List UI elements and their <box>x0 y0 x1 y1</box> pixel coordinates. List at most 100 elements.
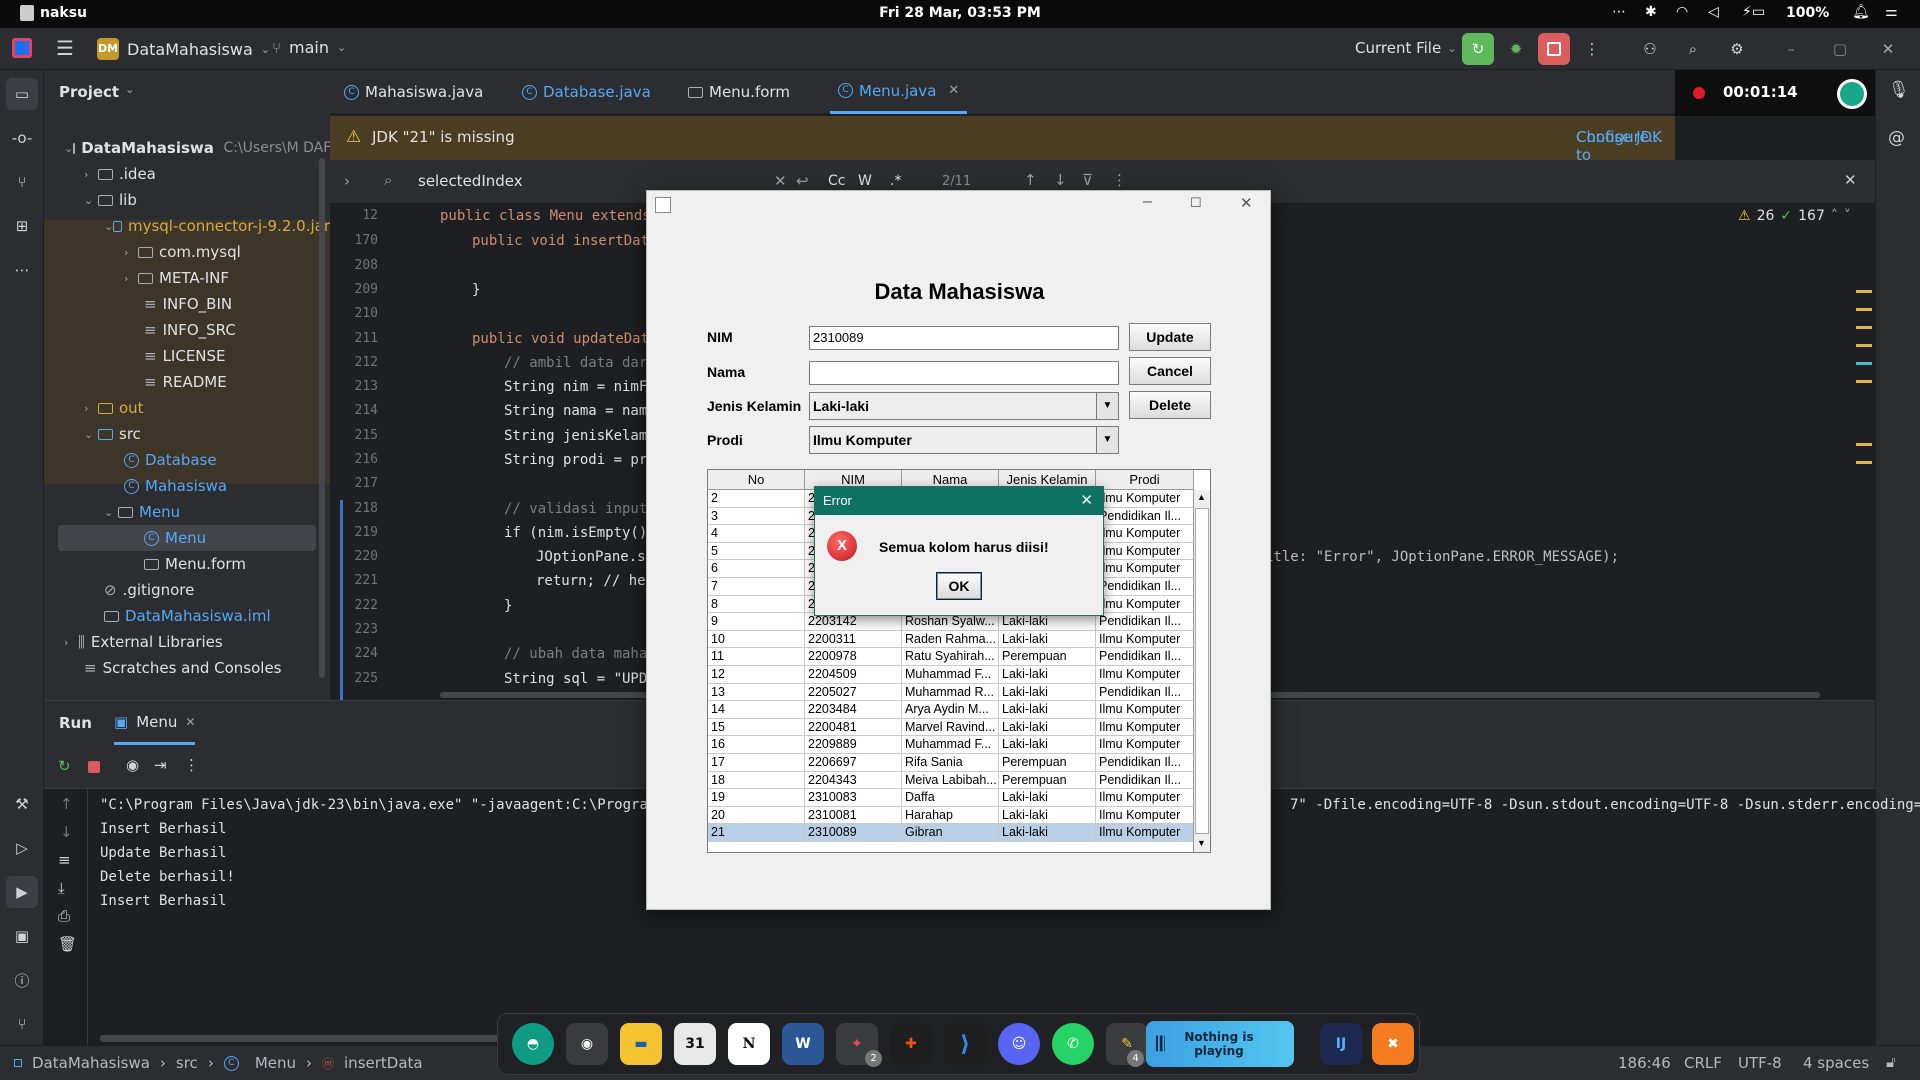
discord-icon[interactable]: ☺ <box>998 1023 1040 1065</box>
main-menu-icon[interactable]: ☰ <box>56 36 74 60</box>
tree-item-readme[interactable]: ≡ README <box>44 369 330 395</box>
tab-menu-java[interactable]: C Menu.java ✕ <box>830 70 968 114</box>
nim-field[interactable]: 2310089 <box>809 326 1119 350</box>
whole-word-toggle[interactable]: W <box>858 173 872 189</box>
more-find-options-icon[interactable]: ⋮ <box>1112 171 1127 189</box>
tab-mahasiswa-java[interactable]: C Mahasiswa.java <box>344 70 483 114</box>
run-config-tab[interactable]: ▣ Menu ✕ <box>114 701 196 745</box>
rerun-icon[interactable]: ↻ <box>1462 33 1494 65</box>
update-button[interactable]: Update <box>1129 323 1211 351</box>
file-encoding[interactable]: UTF-8 <box>1738 1054 1782 1072</box>
nama-field[interactable] <box>809 361 1119 385</box>
clock[interactable]: Fri 28 Mar, 03:53 PM <box>0 5 1920 21</box>
breadcrumb-item[interactable]: src <box>176 1054 198 1072</box>
tree-item-info-bin[interactable]: ≡ INFO_BIN <box>44 291 330 317</box>
tree-item-iml[interactable]: DataMahasiswa.iml <box>44 603 330 629</box>
notion-icon[interactable]: N <box>728 1023 770 1065</box>
tree-item-menu-group[interactable]: ⌄ Menu <box>44 499 330 525</box>
table-row[interactable]: 13 2205027 Muhammad R... Laki-laki Pendidika… <box>708 683 1194 702</box>
scrollbar-thumb[interactable] <box>1195 508 1209 834</box>
more-icon[interactable]: ⋮ <box>184 756 199 774</box>
tree-item-database[interactable]: C Database <box>44 447 330 473</box>
table-row[interactable]: 21 2310089 Gibran Laki-laki Ilmu Komputer <box>708 824 1194 842</box>
mute-mic-icon[interactable]: 🎙︎ <box>1888 80 1910 100</box>
settings-toggle-icon[interactable]: ⚌ <box>1885 4 1898 20</box>
run-config-selector[interactable]: Current File ⌄ <box>1355 39 1456 57</box>
exit-icon[interactable]: ⇥ <box>154 756 167 774</box>
stop-button[interactable] <box>1538 33 1570 65</box>
previous-match-icon[interactable]: ↑ <box>1024 171 1037 189</box>
ok-button[interactable]: OK <box>936 572 982 600</box>
rerun-icon[interactable]: ↻ <box>58 757 71 775</box>
tree-item-license[interactable]: ≡ LICENSE <box>44 343 330 369</box>
build-hammer-icon[interactable]: ⚒ <box>6 788 38 820</box>
match-case-toggle[interactable]: Cc <box>828 173 845 189</box>
stop-recording-icon[interactable] <box>1837 79 1867 109</box>
configure-jdk-link[interactable]: Configure... <box>1576 128 1663 146</box>
run-tool-icon[interactable]: ▶ <box>6 876 38 908</box>
minimize-icon[interactable]: – <box>1143 193 1152 211</box>
scroll-up-icon[interactable]: ↑ <box>60 795 73 813</box>
tree-item-src[interactable]: ⌄ src <box>44 421 330 447</box>
tree-item-info-src[interactable]: ≡ INFO_SRC <box>44 317 330 343</box>
scroll-down-icon[interactable]: ↓ <box>60 823 73 841</box>
chevron-up-icon[interactable]: ˄ <box>1831 208 1838 224</box>
table-row[interactable]: 11 2200978 Ratu Syahirah... Perempuan Pendid… <box>708 648 1194 666</box>
bluetooth-icon[interactable]: ✱ <box>1645 4 1657 20</box>
tab-database-java[interactable]: C Database.java <box>522 70 651 114</box>
lock-icon[interactable]: 🔓︎ <box>1886 1053 1896 1071</box>
table-row[interactable]: 15 2200481 Marvel Ravind... Laki-laki Ilmu K… <box>708 718 1194 737</box>
maximize-icon[interactable]: ☐ <box>1190 195 1202 211</box>
search-icon[interactable]: ⌕ <box>1677 33 1709 65</box>
notification-icon[interactable]: 🔔︎ <box>1852 4 1870 20</box>
breadcrumb-item[interactable]: DataMahasiswa <box>32 1054 150 1072</box>
settings-gear-icon[interactable]: ⚙ <box>1721 33 1753 65</box>
maximize-window-icon[interactable]: ▢ <box>1824 33 1856 65</box>
chevron-right-icon[interactable]: › <box>344 172 350 190</box>
services-icon[interactable]: ▷ <box>6 832 38 864</box>
branch-switcher[interactable]: ⑂ main ⌄ <box>272 38 346 57</box>
find-input[interactable]: selectedIndex <box>418 172 523 190</box>
structure-icon[interactable]: ⊞ <box>6 210 38 242</box>
filter-icon[interactable]: ⊽ <box>1082 171 1093 189</box>
volume-icon[interactable]: ◁ <box>1708 4 1719 20</box>
cancel-button[interactable]: Cancel <box>1129 357 1211 385</box>
close-icon[interactable]: ✕ <box>1240 194 1253 212</box>
debug-icon[interactable]: ✹ <box>1500 33 1532 65</box>
clear-search-icon[interactable]: ✕ <box>774 172 787 190</box>
file-explorer-icon[interactable]: ▬ <box>620 1023 662 1065</box>
tree-item-mahasiswa[interactable]: C Mahasiswa <box>44 473 330 499</box>
commit-icon[interactable]: -o- <box>6 122 38 154</box>
run-tab-label[interactable]: Run <box>59 714 92 732</box>
media-widget[interactable]: 𝄃𝄃 Nothing is playing <box>1146 1021 1294 1067</box>
next-match-icon[interactable]: ↓ <box>1054 171 1067 189</box>
close-tab-icon[interactable]: ✕ <box>185 715 195 729</box>
word-icon[interactable]: W <box>782 1023 824 1065</box>
more-tools-icon[interactable]: ⋯ <box>6 254 38 286</box>
table-row[interactable]: 20 2310081 Harahap Laki-laki Ilmu Komputer <box>708 806 1194 825</box>
more-actions-icon[interactable]: ⋮ <box>1576 33 1608 65</box>
camera-icon[interactable]: ◉ <box>126 756 139 774</box>
chevron-down-icon[interactable]: ˅ <box>1844 208 1851 224</box>
terminal-icon[interactable]: ▣ <box>6 920 38 952</box>
tree-item-jar[interactable]: ⌄ mysql-connector-j-9.2.0.jar <box>44 213 330 239</box>
wifi-icon[interactable]: ◠ <box>1676 4 1688 20</box>
more-icon[interactable]: ⋯ <box>1612 4 1626 20</box>
caret-position[interactable]: 186:46 <box>1618 1054 1671 1072</box>
jenis-kelamin-select[interactable]: Laki-laki ▼ <box>809 392 1119 420</box>
tree-item-scratches[interactable]: ≡ Scratches and Consoles <box>44 655 330 681</box>
tree-item-menu-class[interactable]: C Menu <box>58 525 316 551</box>
close-tab-icon[interactable]: ✕ <box>948 83 959 98</box>
tree-item-out[interactable]: › out <box>44 395 330 421</box>
project-folder-icon[interactable]: ▭ <box>6 78 38 110</box>
intellij-icon[interactable]: IJ <box>1320 1023 1362 1065</box>
pull-requests-icon[interactable]: ⑂ <box>6 166 38 198</box>
project-panel-title[interactable]: Project ⌄ <box>59 83 134 101</box>
line-separator[interactable]: CRLF <box>1684 1054 1722 1072</box>
problems-icon[interactable]: ⓘ <box>6 964 38 996</box>
tab-menu-form[interactable]: Menu.form <box>688 70 790 114</box>
stop-icon[interactable] <box>88 761 100 773</box>
tree-item-com-mysql[interactable]: › com.mysql <box>44 239 330 265</box>
table-row[interactable]: 17 2206697 Rifa Sania Perempuan Pendidikan I… <box>708 754 1194 772</box>
column-header-prodi[interactable]: Prodi <box>1096 470 1194 490</box>
